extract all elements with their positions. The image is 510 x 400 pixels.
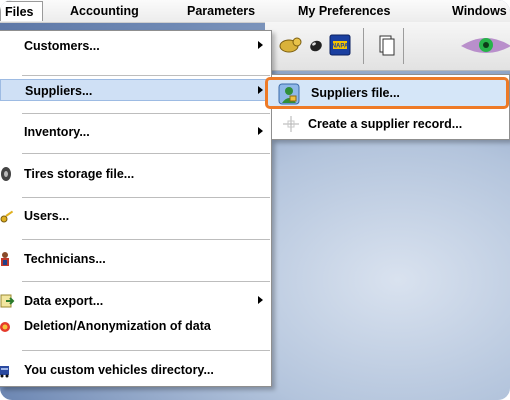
delete-data-icon [0, 322, 10, 332]
submenu-arrow-icon [258, 41, 263, 49]
files-dropdown-menu: Customers... Suppliers... Inventory... T… [0, 30, 272, 387]
tire-icon[interactable] [277, 32, 305, 58]
menu-item-deletion-anonymization[interactable]: Deletion/Anonymization of data [0, 315, 271, 337]
submenu-item-label: Suppliers file... [311, 86, 400, 100]
submenu-arrow-icon [258, 296, 263, 304]
toolbar-separator [363, 28, 364, 64]
menubar: Files Accounting Parameters My Preferenc… [0, 0, 510, 23]
menu-separator [22, 197, 270, 198]
menu-item-customers[interactable]: Customers... [0, 35, 271, 57]
menu-item-label: Inventory... [24, 125, 90, 139]
menu-separator [22, 153, 270, 154]
menu-item-technicians[interactable]: Technicians... [0, 248, 271, 270]
menu-separator [22, 239, 270, 240]
menu-item-suppliers[interactable]: Suppliers... [0, 79, 271, 101]
menu-item-label: You custom vehicles directory... [24, 363, 214, 377]
toolbar-separator [403, 28, 404, 64]
submenu-item-label: Create a supplier record... [308, 117, 463, 131]
menu-item-label: Customers... [24, 39, 100, 53]
app-window: Files Accounting Parameters My Preferenc… [0, 0, 510, 400]
menu-windows[interactable]: Windows [452, 4, 507, 18]
key-icon [0, 210, 14, 223]
menu-item-label: Technicians... [24, 252, 106, 266]
submenu-arrow-icon [258, 86, 263, 94]
car-pedal-icon[interactable] [307, 32, 325, 58]
menu-files[interactable]: Files [0, 1, 43, 21]
menu-item-inventory[interactable]: Inventory... [0, 121, 271, 143]
menu-item-label: Deletion/Anonymization of data [24, 319, 211, 333]
add-record-icon [283, 116, 299, 132]
copy-icon[interactable] [377, 32, 395, 58]
menu-item-users[interactable]: Users... [0, 205, 271, 227]
vehicle-directory-icon [0, 366, 9, 378]
menu-parameters[interactable]: Parameters [187, 4, 255, 18]
menu-separator [22, 350, 270, 351]
submenu-item-suppliers-file[interactable]: Suppliers file... [265, 77, 509, 109]
export-icon [0, 294, 15, 308]
menu-item-label: Tires storage file... [24, 167, 135, 181]
menu-separator [22, 281, 270, 282]
svg-text:NAPA: NAPA [332, 44, 349, 50]
submenu-item-create-supplier[interactable]: Create a supplier record... [274, 112, 505, 136]
menu-item-tires-storage[interactable]: Tires storage file... [0, 163, 271, 185]
menu-item-custom-vehicles-directory[interactable]: You custom vehicles directory... [0, 359, 271, 381]
menu-separator [22, 75, 270, 76]
napa-icon[interactable]: NAPA [329, 32, 351, 58]
suppliers-submenu: Suppliers file... Create a supplier reco… [265, 74, 510, 140]
menu-my-preferences[interactable]: My Preferences [298, 4, 390, 18]
submenu-arrow-icon [258, 127, 263, 135]
menu-accounting[interactable]: Accounting [70, 4, 139, 18]
toolbar: NAPA [265, 22, 510, 71]
menu-item-label: Data export... [24, 294, 104, 308]
supplier-person-icon [278, 83, 300, 105]
menu-item-label: Suppliers... [25, 84, 93, 98]
menu-item-data-export[interactable]: Data export... [0, 290, 271, 312]
technician-icon [1, 252, 9, 266]
menu-item-label: Users... [24, 209, 70, 223]
eye-icon[interactable] [461, 32, 510, 58]
menu-separator [22, 113, 270, 114]
tire-icon [1, 167, 11, 181]
